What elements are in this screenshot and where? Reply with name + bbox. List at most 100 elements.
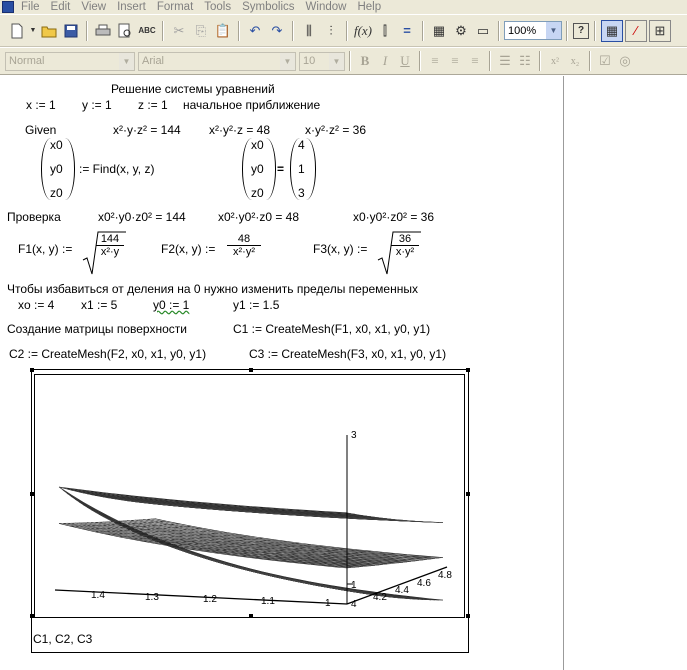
result-y0: 1 <box>298 162 305 176</box>
print-icon[interactable] <box>93 21 113 41</box>
f2-lhs[interactable]: F2(x, y) := <box>161 242 215 256</box>
surface-plot[interactable]: 1.4 1.3 1.2 1.1 1 4 4.2 4.4 4.6 4.8 3 1 C1, C2, C3 <box>30 368 470 653</box>
menu-insert[interactable]: Insert <box>113 1 153 13</box>
plot-caption[interactable]: C1, C2, C3 <box>33 632 92 646</box>
resize-handle[interactable] <box>30 492 34 496</box>
align-center-icon[interactable]: ≡ <box>445 53 465 69</box>
menu-format[interactable]: Format <box>153 1 200 13</box>
limit-y0[interactable]: y0 := 1 <box>153 298 189 312</box>
equation-2[interactable]: x²·y²·z = 48 <box>209 123 270 137</box>
menu-tools[interactable]: Tools <box>200 1 238 13</box>
chevron-down-icon: ▼ <box>119 52 134 70</box>
equation-3[interactable]: x·y²·z² = 36 <box>305 123 366 137</box>
bold-icon[interactable]: B <box>355 53 375 69</box>
resize-handle[interactable] <box>30 614 34 618</box>
menu-symbolics[interactable]: Symbolics <box>238 1 301 13</box>
graph-toolbar-icon[interactable]: ⁄ <box>625 19 647 42</box>
menu-help[interactable]: Help <box>353 1 388 13</box>
target-icon[interactable]: ◎ <box>615 53 635 69</box>
insert-component-icon[interactable]: ⚙ <box>451 21 471 41</box>
underline-icon[interactable]: U <box>395 53 415 69</box>
resize-handle[interactable] <box>466 492 470 496</box>
italic-icon[interactable]: I <box>375 53 395 69</box>
align-left-icon[interactable]: ≡ <box>425 53 445 69</box>
f2-fraction: 48 x²·y² <box>227 233 261 258</box>
resize-handle[interactable] <box>466 368 470 372</box>
resize-handle[interactable] <box>30 368 34 372</box>
numbering-icon[interactable]: ☷ <box>515 53 535 69</box>
menu-edit[interactable]: Edit <box>47 1 78 13</box>
open-folder-icon[interactable] <box>39 21 59 41</box>
y-tick-label: 1.1 <box>261 596 275 607</box>
mesh-c1[interactable]: C1 := CreateMesh(F1, x0, x1, y0, y1) <box>233 322 430 336</box>
help-button[interactable]: ? <box>573 22 589 39</box>
res-var-y0: y0 <box>251 162 264 176</box>
new-dropdown-icon[interactable]: ▼ <box>29 21 37 41</box>
surface-2-gridline <box>102 516 392 598</box>
y-tick-label: 1.2 <box>203 594 217 605</box>
menu-file[interactable]: File <box>17 1 47 13</box>
check-1[interactable]: x0²·y0·z0² = 144 <box>98 210 186 224</box>
calculator-toolbar-icon[interactable]: ▦ <box>601 19 623 42</box>
given-keyword[interactable]: Given <box>25 123 56 137</box>
style-value: Normal <box>9 55 45 67</box>
f1-lhs[interactable]: F1(x, y) := <box>18 242 72 256</box>
vec-var-z0: z0 <box>50 186 63 200</box>
superscript-icon[interactable]: x² <box>545 56 565 67</box>
resize-handle[interactable] <box>249 614 253 618</box>
align-right-icon[interactable]: ≡ <box>465 53 485 69</box>
save-icon[interactable] <box>61 21 81 41</box>
mesh-c2[interactable]: C2 := CreateMesh(F2, x0, x1, y0, y1) <box>9 347 206 361</box>
matrix-toolbar-icon[interactable]: ⊞ <box>649 19 671 42</box>
font-size-select[interactable]: 10 ▼ <box>299 51 345 71</box>
x-tick-label: 4.2 <box>373 592 387 603</box>
insert-graph-icon[interactable]: ▦ <box>429 21 449 41</box>
resize-handle[interactable] <box>466 614 470 618</box>
limit-x0[interactable]: xo := 4 <box>18 298 54 312</box>
mesh-c3[interactable]: C3 := CreateMesh(F3, x0, x1, y0, y1) <box>249 347 446 361</box>
init-z[interactable]: z := 1 <box>138 98 168 112</box>
insert-function-icon[interactable]: f(x) <box>353 21 373 41</box>
resize-handle[interactable] <box>249 368 253 372</box>
insert-unit-icon[interactable]: ⫿ <box>375 21 395 41</box>
copy-icon[interactable]: ⎘ <box>191 21 211 41</box>
f2-denominator: x²·y² <box>233 246 255 258</box>
surface-1-gridline <box>62 487 352 514</box>
align-horizontal-icon[interactable]: ⫼ <box>299 21 319 41</box>
spell-check-icon[interactable]: ABC <box>137 21 157 41</box>
check-3[interactable]: x0·y0²·z0² = 36 <box>353 210 434 224</box>
cut-icon[interactable]: ✂ <box>169 21 189 41</box>
calculate-icon[interactable]: = <box>397 21 417 41</box>
f3-lhs[interactable]: F3(x, y) := <box>313 242 367 256</box>
equation-1[interactable]: x²·y·z² = 144 <box>113 123 181 137</box>
menu-view[interactable]: View <box>77 1 113 13</box>
undo-icon[interactable]: ↶ <box>245 21 265 41</box>
vec-var-y0: y0 <box>50 162 63 176</box>
app-icon[interactable] <box>2 1 14 13</box>
init-y[interactable]: y := 1 <box>82 98 112 112</box>
style-select[interactable]: Normal ▼ <box>5 51 135 71</box>
surface-plot-svg: 1.4 1.3 1.2 1.1 1 4 4.2 4.4 4.6 4.8 3 1 <box>54 430 452 610</box>
menu-window[interactable]: Window <box>302 1 354 13</box>
insert-region-icon[interactable]: ▭ <box>473 21 493 41</box>
y-tick-label: 1.4 <box>91 590 105 601</box>
print-preview-icon[interactable] <box>115 21 135 41</box>
doc-title: Решение системы уравнений <box>111 82 275 96</box>
check-2[interactable]: x0²·y0²·z0 = 48 <box>218 210 299 224</box>
bullets-icon[interactable]: ☰ <box>495 53 515 69</box>
menu-bar: File Edit View Insert Format Tools Symbo… <box>0 0 687 14</box>
align-vertical-icon[interactable]: ⫶ <box>321 21 341 41</box>
redo-icon[interactable]: ↷ <box>267 21 287 41</box>
paste-icon[interactable]: 📋 <box>213 21 233 41</box>
init-x[interactable]: x := 1 <box>26 98 56 112</box>
zoom-select[interactable]: 100% ▼ <box>504 21 562 40</box>
find-expression[interactable]: := Find(x, y, z) <box>79 162 154 176</box>
plot-area[interactable]: 1.4 1.3 1.2 1.1 1 4 4.2 4.4 4.6 4.8 3 1 <box>34 374 465 618</box>
limit-y1[interactable]: y1 := 1.5 <box>233 298 279 312</box>
checkmark-icon[interactable]: ☑ <box>595 53 615 69</box>
font-select[interactable]: Arial ▼ <box>138 51 296 71</box>
x-tick-label: 4 <box>351 599 357 610</box>
subscript-icon[interactable]: x₂ <box>565 56 585 67</box>
new-document-icon[interactable] <box>7 21 27 41</box>
limit-x1[interactable]: x1 := 5 <box>81 298 117 312</box>
